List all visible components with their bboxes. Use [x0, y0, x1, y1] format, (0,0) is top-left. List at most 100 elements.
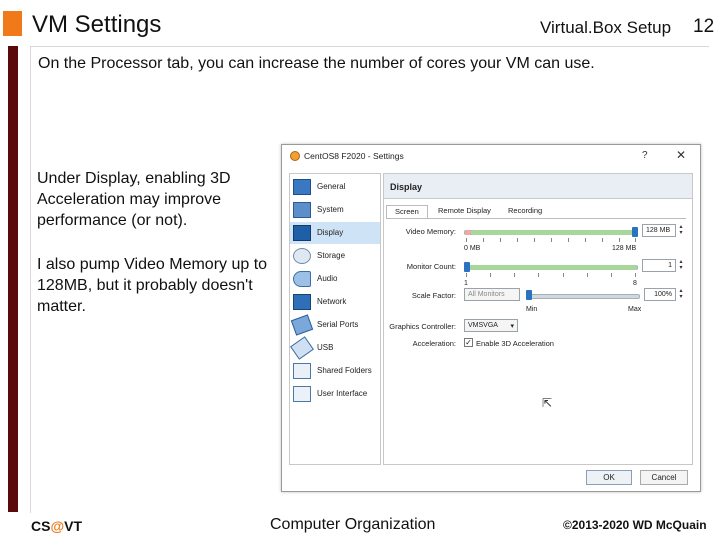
sidebar-item-user-interface[interactable]: User Interface	[290, 383, 380, 405]
system-icon	[293, 202, 311, 218]
monitor-count-ok-zone	[465, 265, 637, 270]
tick	[611, 273, 612, 277]
chevron-down-icon: ▾	[510, 323, 514, 330]
graphics-controller-value: VMSVGA	[468, 322, 498, 329]
tick	[500, 238, 501, 242]
storage-icon	[293, 248, 311, 264]
tick	[551, 238, 552, 242]
monitor-count-min: 1	[464, 280, 468, 287]
tick	[483, 238, 484, 242]
monitor-count-ticks	[466, 273, 636, 277]
sidebar-item-label: System	[317, 205, 344, 214]
tab-divider	[386, 218, 686, 219]
sidebar-item-label: Network	[317, 297, 347, 306]
tick	[585, 238, 586, 242]
graphics-controller-combo[interactable]: VMSVGA ▾	[464, 319, 518, 332]
serial-ports-icon	[290, 314, 314, 336]
tab-remote-display[interactable]: Remote Display	[430, 205, 499, 218]
settings-panel: Display Screen Remote Display Recording …	[383, 173, 693, 465]
scale-factor-field[interactable]: 100%	[644, 288, 676, 301]
close-button[interactable]: ✕	[676, 148, 686, 162]
footer-at: @	[50, 518, 65, 534]
network-icon	[293, 294, 311, 310]
sidebar-item-shared-folders[interactable]: Shared Folders	[290, 360, 380, 382]
tick	[514, 273, 515, 277]
user-interface-icon	[293, 386, 311, 402]
tick	[538, 273, 539, 277]
slide-title: VM Settings	[32, 11, 162, 38]
scale-factor-thumb[interactable]	[526, 290, 532, 300]
scale-factor-label: Scale Factor:	[411, 291, 456, 300]
tick	[466, 273, 467, 277]
video-memory-max: 128 MB	[612, 245, 637, 252]
section-header: Display	[384, 174, 692, 199]
tick	[466, 238, 467, 242]
acceleration-label: Acceleration:	[412, 339, 456, 348]
sidebar-item-label: General	[317, 182, 346, 191]
settings-sidebar: General System Display Storage Audio Net…	[289, 173, 381, 465]
monitor-count-spin-buttons[interactable]: ▴ ▾	[677, 259, 685, 272]
tick	[568, 238, 569, 242]
left-accent-bar	[8, 46, 18, 512]
tick	[517, 238, 518, 242]
footer-cs: CS	[31, 518, 51, 534]
video-memory-ticks	[466, 238, 636, 242]
video-memory-label: Video Memory:	[405, 227, 456, 236]
video-memory-field[interactable]: 128 MB	[642, 224, 676, 237]
enable-3d-checkbox[interactable]: ✓	[464, 338, 473, 347]
video-memory-min: 0 MB	[464, 245, 481, 252]
tick	[587, 273, 588, 277]
ok-button[interactable]: OK	[586, 470, 632, 485]
sidebar-item-system[interactable]: System	[290, 199, 380, 221]
monitor-count-max: 8	[633, 280, 637, 287]
help-button[interactable]: ?	[642, 150, 648, 161]
virtualbox-icon	[290, 151, 300, 161]
scale-factor-min: Min	[526, 306, 538, 313]
tick	[490, 273, 491, 277]
settings-dialog: CentOS8 F2020 - Settings ? ✕ General Sys…	[281, 144, 701, 492]
slide-header-right: Virtual.Box Setup	[540, 18, 672, 37]
dialog-titlebar[interactable]: CentOS8 F2020 - Settings ? ✕	[282, 145, 700, 167]
dialog-title: CentOS8 F2020 - Settings	[304, 151, 404, 161]
tick	[635, 238, 636, 242]
audio-icon	[293, 271, 311, 287]
sidebar-item-label: Serial Ports	[317, 320, 359, 329]
graphics-controller-label: Graphics Controller:	[389, 322, 456, 331]
monitor-count-thumb[interactable]	[464, 262, 470, 272]
display-paragraph: Under Display, enabling 3D Acceleration …	[37, 170, 231, 229]
monitor-count-label: Monitor Count:	[406, 262, 456, 271]
footer-cs-vt: CS@VT	[31, 518, 82, 534]
sidebar-item-audio[interactable]: Audio	[290, 268, 380, 290]
scale-factor-max: Max	[628, 306, 642, 313]
enable-3d-label[interactable]: Enable 3D Acceleration	[476, 339, 554, 348]
sidebar-item-label: USB	[317, 343, 334, 352]
video-memory-thumb[interactable]	[632, 227, 638, 237]
tab-screen[interactable]: Screen	[386, 205, 428, 218]
mouse-cursor-icon: ⇱	[542, 396, 553, 410]
page-number: 12	[693, 16, 715, 37]
sidebar-item-label: Audio	[317, 274, 338, 283]
section-title: Display	[390, 182, 423, 192]
cancel-button[interactable]: Cancel	[640, 470, 688, 485]
footer-copyright: ©2013-2020 WD McQuain	[563, 518, 707, 532]
video-memory-spin-buttons[interactable]: ▴ ▾	[677, 224, 685, 237]
accent-square	[3, 11, 22, 36]
sidebar-item-label: User Interface	[317, 389, 368, 398]
sidebar-item-general[interactable]: General	[290, 176, 380, 198]
scale-factor-slider[interactable]	[526, 294, 640, 299]
shared-folders-icon	[293, 363, 311, 379]
tick	[635, 273, 636, 277]
tick	[602, 238, 603, 242]
sidebar-item-label: Storage	[317, 251, 346, 260]
footer-vt: VT	[64, 518, 82, 534]
scale-factor-monitor-combo[interactable]: All Monitors	[464, 288, 520, 301]
monitor-count-field[interactable]: 1	[642, 259, 676, 272]
scale-factor-spin-buttons[interactable]: ▴ ▾	[677, 288, 685, 301]
general-icon	[293, 179, 311, 195]
video-memory-paragraph: I also pump Video Memory up to 128MB, bu…	[37, 256, 268, 315]
tick	[563, 273, 564, 277]
sidebar-item-label: Shared Folders	[317, 366, 372, 375]
intro-text: On the Processor tab, you can increase t…	[38, 55, 595, 72]
footer-course: Computer Organization	[270, 516, 436, 533]
tab-recording[interactable]: Recording	[500, 205, 550, 218]
